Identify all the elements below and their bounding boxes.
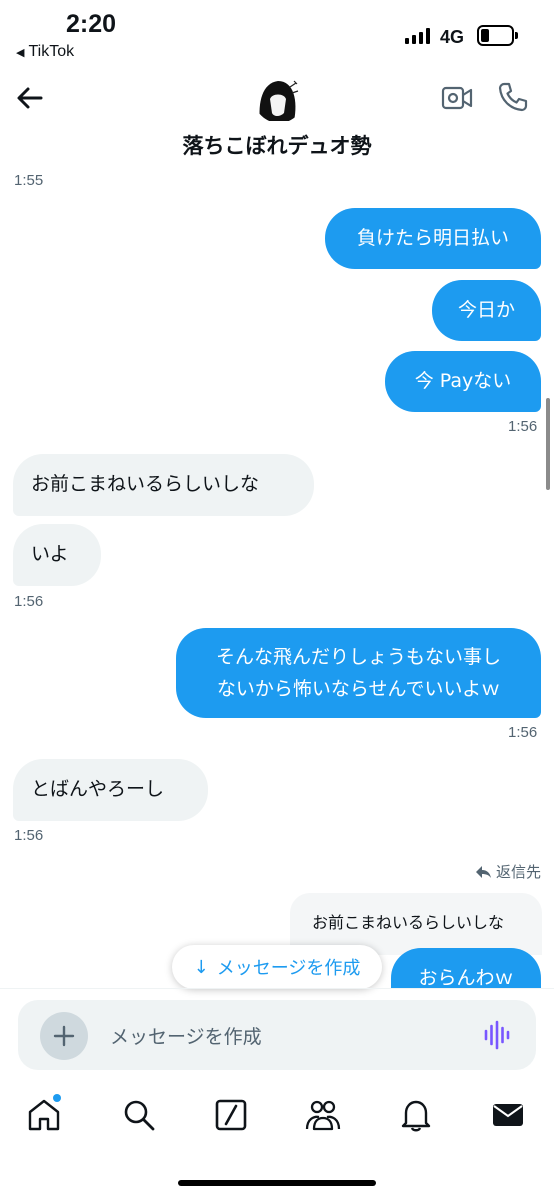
- reply-label: 返信先: [474, 861, 541, 882]
- message-line: そんな飛んだりしょうもない事し: [215, 646, 501, 668]
- back-arrow-icon[interactable]: [14, 82, 46, 114]
- video-call-icon[interactable]: [441, 84, 473, 112]
- communities-icon[interactable]: [305, 1097, 341, 1133]
- back-to-app[interactable]: ◀ TikTok: [16, 43, 74, 61]
- cellular-signal-icon: [405, 28, 430, 44]
- back-triangle-icon: ◀: [16, 46, 25, 59]
- message-timestamp: 1:56: [14, 827, 44, 844]
- sent-message[interactable]: そんな飛んだりしょうもない事し ないから怖いならせんでいいよｗ: [176, 628, 541, 718]
- home-icon[interactable]: [26, 1097, 62, 1133]
- grok-icon[interactable]: [213, 1097, 249, 1133]
- attach-button[interactable]: [40, 1012, 88, 1060]
- battery-icon: [477, 25, 518, 46]
- sent-message[interactable]: おらんわｗ: [391, 948, 541, 989]
- message-timestamp: 1:56: [508, 418, 538, 435]
- sent-message[interactable]: 今日か: [432, 280, 541, 341]
- network-type: 4G: [440, 27, 465, 47]
- avatar[interactable]: [254, 73, 304, 123]
- reply-label-text: 返信先: [496, 863, 542, 881]
- chat-title[interactable]: 落ちこぼれデュオ勢: [0, 130, 554, 160]
- received-message[interactable]: いよ: [13, 524, 101, 586]
- phone-call-icon[interactable]: [497, 81, 529, 113]
- arrow-down-icon: ↓: [193, 956, 209, 978]
- message-timestamp: 1:56: [14, 593, 44, 610]
- received-message[interactable]: お前こまねいるらしいしな: [13, 454, 314, 516]
- status-time: 2:20: [66, 10, 117, 38]
- new-message-button[interactable]: ↓ メッセージを作成: [172, 945, 382, 989]
- message-composer: メッセージを作成: [18, 1000, 536, 1070]
- new-message-label: メッセージを作成: [216, 958, 361, 979]
- sent-message[interactable]: 今 Payない: [385, 351, 541, 412]
- notifications-icon[interactable]: [398, 1097, 434, 1133]
- messages-icon[interactable]: [490, 1097, 526, 1133]
- home-notification-dot: [53, 1094, 61, 1102]
- voice-waveform-icon[interactable]: [483, 1020, 511, 1050]
- back-app-label: TikTok: [28, 43, 75, 60]
- composer-divider: [0, 988, 554, 989]
- message-timestamp: 1:55: [14, 172, 44, 189]
- search-icon[interactable]: [121, 1097, 157, 1133]
- received-message[interactable]: とばんやろーし: [13, 759, 208, 821]
- message-line: ないから怖いならせんでいいよｗ: [216, 678, 501, 700]
- scroll-indicator[interactable]: [546, 398, 550, 490]
- composer-input[interactable]: メッセージを作成: [110, 1022, 262, 1049]
- message-timestamp: 1:56: [508, 724, 538, 741]
- plus-icon: [53, 1025, 75, 1047]
- reply-arrow-icon: [476, 865, 491, 878]
- sent-message[interactable]: 負けたら明日払い: [325, 208, 541, 269]
- home-indicator: [178, 1180, 376, 1186]
